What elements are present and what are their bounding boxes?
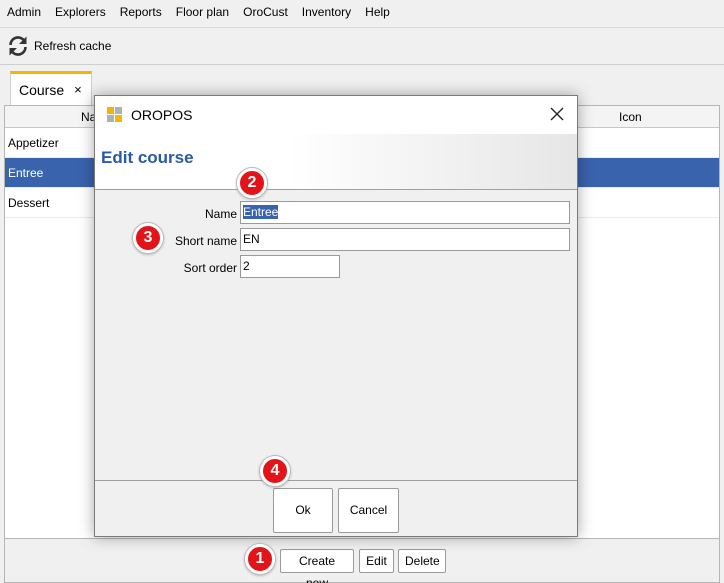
dialog-header: Edit course — [95, 134, 577, 190]
sort-order-label: Sort order — [183, 261, 237, 275]
menu-floor-plan[interactable]: Floor plan — [169, 0, 236, 24]
menu-reports[interactable]: Reports — [113, 0, 169, 24]
dialog-titlebar: OROPOS — [95, 96, 577, 134]
refresh-cache-button[interactable]: Refresh cache — [6, 34, 111, 58]
bottom-button-bar: Create new Edit Delete — [4, 539, 720, 583]
edit-button[interactable]: Edit — [359, 549, 394, 573]
step-badge-4: 4 — [260, 456, 290, 486]
menu-admin[interactable]: Admin — [0, 0, 48, 24]
tab-course-label: Course — [19, 81, 65, 98]
step-badge-3: 3 — [133, 223, 163, 253]
name-input-value: Entree — [243, 205, 279, 219]
tab-course[interactable]: Course × — [10, 71, 92, 105]
step-badge-2: 2 — [237, 168, 267, 198]
ok-button[interactable]: Ok — [273, 488, 333, 533]
sort-order-input[interactable]: 2 — [240, 255, 340, 278]
name-label: Name — [204, 207, 237, 221]
close-icon[interactable] — [547, 104, 567, 124]
menu-help[interactable]: Help — [358, 0, 397, 24]
oropos-logo-icon — [107, 107, 123, 123]
cancel-button[interactable]: Cancel — [338, 488, 399, 533]
create-new-button[interactable]: Create new — [280, 549, 354, 583]
menu-bar: Admin Explorers Reports Floor plan OroCu… — [0, 0, 724, 24]
dialog-window-title: OROPOS — [131, 107, 193, 123]
name-input[interactable]: Entree — [240, 201, 570, 224]
step-badge-1: 1 — [245, 544, 275, 574]
dialog-footer: Ok Cancel — [95, 480, 577, 536]
delete-button[interactable]: Delete — [398, 549, 446, 573]
refresh-cache-label: Refresh cache — [34, 39, 112, 53]
menu-inventory[interactable]: Inventory — [295, 0, 358, 24]
refresh-icon — [9, 36, 27, 56]
toolbar: Refresh cache — [0, 27, 724, 65]
column-header-icon[interactable]: Icon — [619, 106, 642, 128]
short-name-label: Short name — [174, 234, 237, 248]
close-icon[interactable]: × — [74, 82, 82, 97]
dialog-heading: Edit course — [101, 148, 194, 167]
short-name-input[interactable]: EN — [240, 228, 570, 251]
edit-course-dialog: OROPOS Edit course Name Entree Short nam… — [94, 95, 578, 537]
menu-explorers[interactable]: Explorers — [48, 0, 113, 24]
menu-orocust[interactable]: OroCust — [236, 0, 295, 24]
